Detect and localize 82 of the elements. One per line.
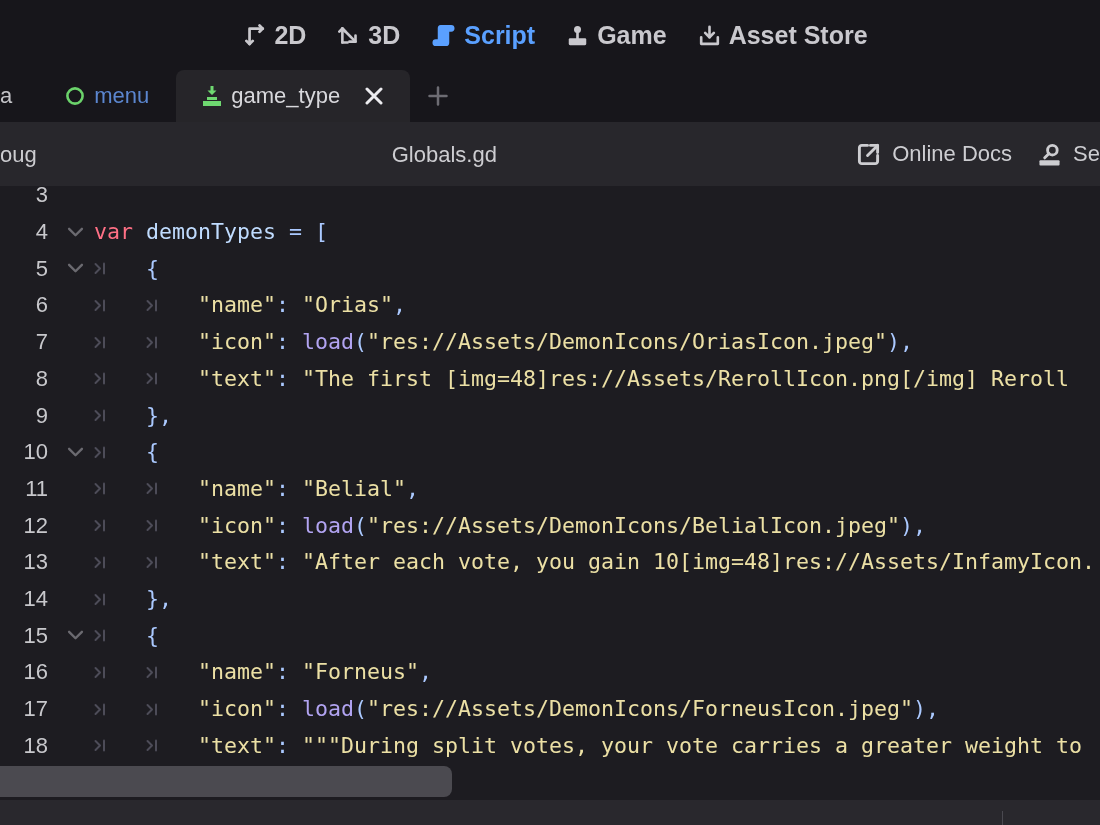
- search-icon: [1038, 142, 1062, 166]
- tab-marker-icon: [146, 739, 158, 753]
- scrollbar-thumb[interactable]: [0, 766, 452, 797]
- line-number: 4: [34, 222, 48, 243]
- code-line: "icon": load("res://Assets/DemonIcons/BelialIcon.jpeg"),: [198, 512, 927, 539]
- tab-marker-icon: [94, 519, 106, 533]
- tab-marker-icon: [94, 702, 106, 716]
- close-icon[interactable]: [365, 87, 384, 105]
- tab-marker-icon: [146, 519, 158, 533]
- scroll-icon: [432, 23, 456, 47]
- code-line: },: [146, 586, 172, 613]
- chevron-down-icon[interactable]: [67, 446, 84, 458]
- tab-marker-icon: [94, 555, 106, 569]
- workspace-button[interactable]: Game: [567, 22, 667, 48]
- tab-marker-icon: [94, 298, 106, 312]
- toolbar-button[interactable]: Se: [1038, 142, 1100, 166]
- code-line: "name": "Orias",: [198, 292, 407, 319]
- code-line: {: [146, 622, 159, 649]
- tab-marker-icon: [94, 409, 106, 423]
- file-name: Globals.gd: [391, 140, 497, 169]
- tab-marker-icon: [146, 555, 158, 569]
- editor-tab[interactable]: game_type: [176, 70, 411, 122]
- code-line: "name": "Forneus",: [198, 659, 433, 686]
- workspace-button[interactable]: Asset Store: [698, 22, 868, 48]
- line-number: 6: [34, 295, 48, 316]
- tab-marker-icon: [146, 666, 158, 679]
- code-line: "text": """During split votes, your vote carries a greater weight to: [198, 732, 1083, 759]
- tab-marker-icon: [146, 372, 158, 386]
- workspace-button[interactable]: 3D: [338, 22, 401, 48]
- editor-tab[interactable]: a: [0, 70, 40, 122]
- tab-marker-icon: [146, 702, 158, 716]
- editor-tab[interactable]: menu: [39, 70, 177, 122]
- tab-marker-icon: [146, 482, 158, 496]
- tab-marker-icon: [94, 372, 106, 386]
- line-number: 7: [34, 332, 48, 353]
- workspace-button[interactable]: Script: [432, 22, 536, 48]
- line-number: 11: [24, 478, 48, 499]
- code-line: "icon": load("res://Assets/DemonIcons/ForneusIcon.jpeg"),: [198, 696, 940, 723]
- code-line: {: [146, 255, 159, 282]
- line-number: 15: [22, 625, 48, 646]
- chevron-down-icon[interactable]: [67, 263, 84, 275]
- tab-marker-icon: [146, 298, 158, 312]
- line-number: 13: [22, 552, 48, 573]
- tab-marker-icon: [94, 666, 106, 679]
- line-number: 5: [34, 258, 48, 279]
- line-number: 18: [22, 735, 48, 756]
- ring-icon: [66, 87, 85, 105]
- line-number: 16: [22, 662, 48, 683]
- line-number: 14: [22, 589, 48, 610]
- line-number: 8: [34, 368, 48, 389]
- tab-marker-icon: [94, 592, 106, 606]
- axis-arrows-icon: [338, 24, 360, 46]
- down-arrow-stand-icon: [203, 86, 222, 106]
- tab-marker-icon: [94, 739, 106, 753]
- code-line: },: [146, 402, 172, 429]
- code-line: "text": "After each vote, you gain 10[img=48]res://Assets/InfamyIcon.: [198, 549, 1096, 576]
- code-line: "name": "Belial",: [198, 475, 420, 502]
- workspace-button[interactable]: 2D: [245, 22, 307, 48]
- code-line: {: [146, 439, 159, 466]
- tab-marker-icon: [94, 335, 106, 349]
- tab-marker-icon: [94, 262, 106, 276]
- tab-marker-icon: [94, 629, 106, 643]
- line-number: 10: [22, 442, 48, 463]
- tab-marker-icon: [146, 335, 158, 349]
- chevron-down-icon[interactable]: [67, 226, 84, 238]
- menu-button[interactable]: oug: [0, 137, 37, 171]
- download-icon: [698, 24, 720, 46]
- code-line: "icon": load("res://Assets/DemonIcons/OriasIcon.jpeg"),: [198, 329, 914, 356]
- plus-icon[interactable]: [428, 86, 449, 106]
- line-number: 9: [34, 405, 48, 426]
- tab-marker-icon: [94, 482, 106, 496]
- joystick-icon: [567, 24, 589, 46]
- line-number: 12: [22, 515, 48, 536]
- toolbar-button[interactable]: Online Docs: [857, 142, 1013, 166]
- chevron-down-icon[interactable]: [67, 630, 84, 642]
- line-number: 17: [22, 699, 48, 720]
- tab-marker-icon: [94, 445, 106, 459]
- code-line: "text": "The first [img=48]res://Assets/RerollIcon.png[/img] Reroll: [198, 365, 1070, 392]
- corner-arrows-icon: [245, 24, 266, 46]
- code-line: var demonTypes = [: [94, 219, 329, 246]
- line-number: 3: [34, 186, 48, 206]
- external-link-icon: [857, 142, 881, 166]
